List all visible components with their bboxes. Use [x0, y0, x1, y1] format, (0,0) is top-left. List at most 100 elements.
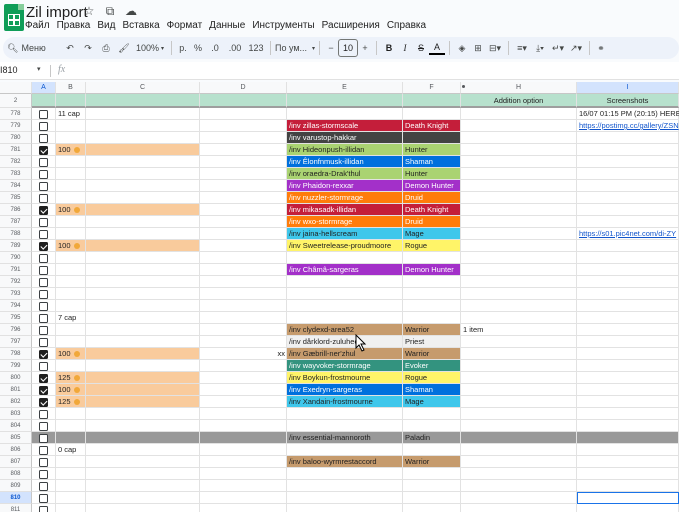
cell-f[interactable]	[403, 108, 461, 120]
cell-a[interactable]	[32, 132, 56, 144]
cell-f[interactable]: Paladin	[403, 432, 461, 444]
cell-e[interactable]: /inv Exedryn-sargeras	[287, 384, 403, 396]
column-header-a[interactable]: A	[32, 82, 56, 94]
cell-i[interactable]	[577, 396, 679, 408]
cell-h[interactable]	[461, 168, 577, 180]
cell-i[interactable]	[577, 348, 679, 360]
row-header[interactable]: 782	[0, 156, 32, 168]
cell-b[interactable]	[56, 408, 86, 420]
cell-c[interactable]	[86, 480, 200, 492]
cell-b[interactable]: 125	[56, 372, 86, 384]
checkbox[interactable]	[39, 301, 48, 311]
cell-a[interactable]	[32, 252, 56, 264]
row-header[interactable]: 796	[0, 324, 32, 336]
search-menus[interactable]: 🔍︎ Меню	[3, 39, 53, 57]
cell-e[interactable]: /inv wayvoker-stormrage	[287, 360, 403, 372]
cell-c[interactable]	[86, 192, 200, 204]
row-header[interactable]: 787	[0, 216, 32, 228]
menu-item[interactable]: Расширения	[322, 20, 380, 31]
cell-c[interactable]	[86, 216, 200, 228]
cell-b[interactable]	[56, 228, 86, 240]
chevron-down-icon[interactable]: ▾	[37, 65, 41, 73]
cell-d[interactable]	[200, 432, 287, 444]
bold-button[interactable]: B	[381, 39, 397, 57]
row-header[interactable]: 794	[0, 300, 32, 312]
cell-f[interactable]	[403, 492, 461, 504]
cell-c[interactable]	[86, 156, 200, 168]
cell-a[interactable]	[32, 432, 56, 444]
cell-f[interactable]: Mage	[403, 396, 461, 408]
cell-a[interactable]	[32, 444, 56, 456]
vertical-align-icon[interactable]: ⤓▾	[531, 39, 549, 57]
cell-c[interactable]	[86, 204, 200, 216]
star-icon[interactable]: ☆	[82, 4, 96, 19]
cell-f[interactable]	[403, 132, 461, 144]
cell-b[interactable]	[56, 360, 86, 372]
cell-c[interactable]	[86, 144, 200, 156]
row-header[interactable]: 793	[0, 288, 32, 300]
cell-c[interactable]	[86, 456, 200, 468]
cell-h[interactable]	[461, 240, 577, 252]
checkbox[interactable]	[39, 181, 48, 191]
cell-d[interactable]	[200, 456, 287, 468]
checkbox[interactable]	[39, 145, 48, 155]
cell-e[interactable]: /inv baloo-wyrmrestaccord	[287, 456, 403, 468]
cell-h[interactable]	[461, 144, 577, 156]
cell-i[interactable]	[577, 144, 679, 156]
cell-a[interactable]	[32, 504, 56, 512]
cell-e[interactable]	[287, 276, 403, 288]
cell-b[interactable]	[56, 480, 86, 492]
cell-d[interactable]	[200, 108, 287, 120]
print-icon[interactable]: ⎙	[97, 39, 115, 57]
cell-b[interactable]	[56, 300, 86, 312]
cell-a[interactable]	[32, 360, 56, 372]
row-header[interactable]: 803	[0, 408, 32, 420]
cell-c[interactable]	[86, 336, 200, 348]
cell-h[interactable]	[461, 228, 577, 240]
row-header[interactable]: 790	[0, 252, 32, 264]
cell-e[interactable]	[287, 480, 403, 492]
cell-b[interactable]: 125	[56, 396, 86, 408]
cell-f[interactable]: Death Knight	[403, 120, 461, 132]
cell-f[interactable]	[403, 288, 461, 300]
cell-d[interactable]	[200, 180, 287, 192]
cell-e[interactable]	[287, 408, 403, 420]
checkbox[interactable]	[39, 241, 48, 251]
cell-d[interactable]	[200, 192, 287, 204]
cell-d[interactable]	[200, 492, 287, 504]
cell-a[interactable]	[32, 216, 56, 228]
cell-b[interactable]	[56, 264, 86, 276]
row-header[interactable]: 780	[0, 132, 32, 144]
row-header[interactable]: 800	[0, 372, 32, 384]
header-cell-b[interactable]	[56, 94, 86, 108]
row-header[interactable]: 804	[0, 420, 32, 432]
row-header[interactable]: 784	[0, 180, 32, 192]
checkbox[interactable]	[39, 469, 48, 479]
cell-a[interactable]	[32, 144, 56, 156]
fill-color-icon[interactable]: ◈	[454, 39, 470, 57]
cell-i[interactable]	[577, 384, 679, 396]
cell-b[interactable]: 100	[56, 384, 86, 396]
cell-a[interactable]	[32, 492, 56, 504]
cell-e[interactable]	[287, 444, 403, 456]
sheets-logo-icon[interactable]	[4, 4, 24, 31]
row-header[interactable]: 786	[0, 204, 32, 216]
cell-c[interactable]	[86, 444, 200, 456]
cell-i[interactable]	[577, 252, 679, 264]
undo-icon[interactable]: ↶	[61, 39, 79, 57]
font-size-decrease[interactable]: −	[324, 39, 338, 57]
cell-a[interactable]	[32, 336, 56, 348]
cell-d[interactable]	[200, 372, 287, 384]
cell-c[interactable]	[86, 168, 200, 180]
cell-d[interactable]	[200, 336, 287, 348]
cell-d[interactable]	[200, 504, 287, 512]
cell-f[interactable]: Warrior	[403, 324, 461, 336]
cell-e[interactable]: /inv Xandain-frostmourne	[287, 396, 403, 408]
row-header[interactable]: 781	[0, 144, 32, 156]
cell-d[interactable]	[200, 360, 287, 372]
cell-h[interactable]	[461, 360, 577, 372]
menu-item[interactable]: Справка	[387, 20, 426, 31]
cell-h[interactable]	[461, 312, 577, 324]
cell-d[interactable]	[200, 420, 287, 432]
menu-item[interactable]: Вставка	[122, 20, 159, 31]
